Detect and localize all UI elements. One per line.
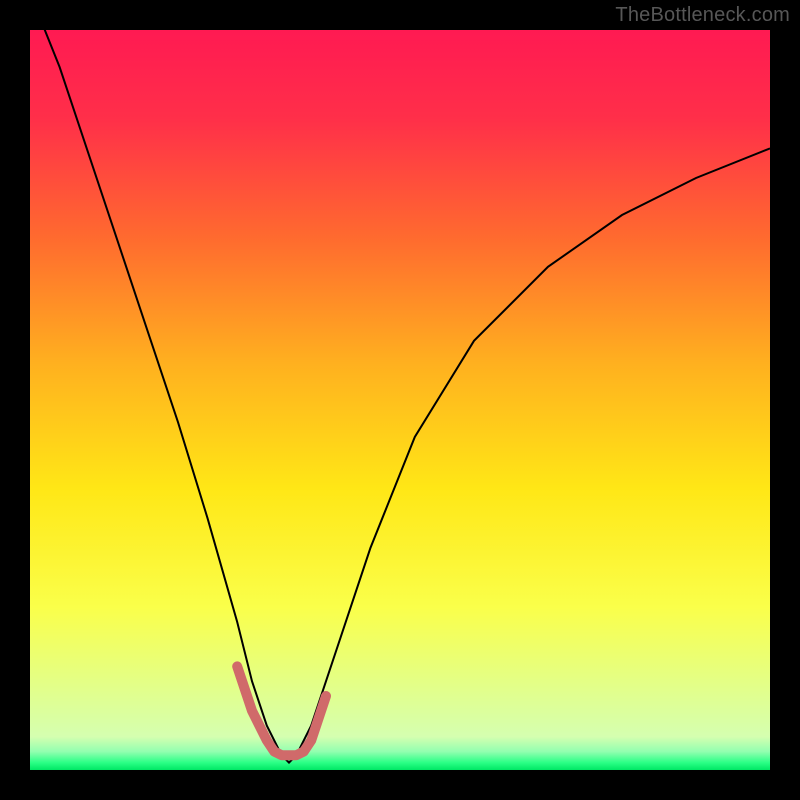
watermark-text: TheBottleneck.com [615,4,790,27]
gradient-background [30,30,770,770]
chart-svg [30,30,770,770]
plot-area [30,30,770,770]
chart-frame: TheBottleneck.com [0,0,800,800]
